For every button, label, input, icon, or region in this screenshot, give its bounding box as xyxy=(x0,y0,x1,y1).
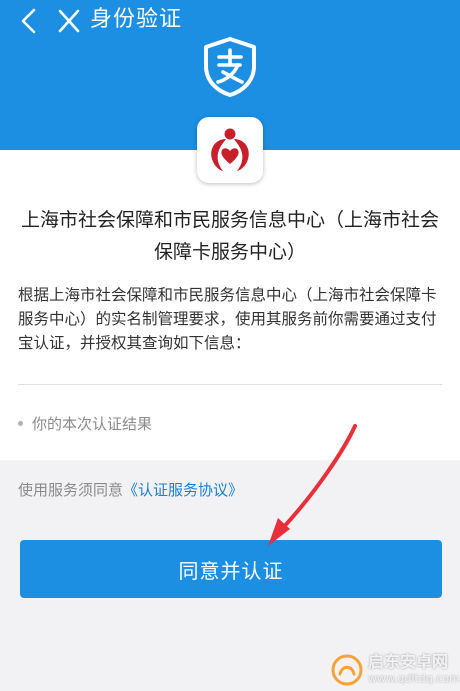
page-title: 身份验证 xyxy=(90,7,183,32)
watermark-url: www.qdltdq.com xyxy=(368,672,460,685)
watermark-brand: 启东安卓网 xyxy=(368,652,449,671)
watermark-logo xyxy=(331,654,363,686)
heart-hands-logo xyxy=(211,128,249,171)
close-icon[interactable] xyxy=(58,8,80,34)
authorization-description: 根据上海市社会保障和市民服务信息中心（上海市社会保障卡服务中心）的实名制管理要求… xyxy=(18,286,437,352)
agree-and-verify-button[interactable]: 同意并认证 xyxy=(20,540,442,598)
agreement-link[interactable]: 《认证服务协议》 xyxy=(123,481,243,499)
agreement-line: 使用服务须同意《认证服务协议》 xyxy=(18,477,243,503)
agreement-prefix: 使用服务须同意 xyxy=(18,481,124,499)
org-logo xyxy=(197,117,263,183)
permission-item: 你的本次认证结果 xyxy=(32,415,153,433)
chevron-left-icon[interactable] xyxy=(18,6,40,36)
org-name: 上海市社会保障和市民服务信息中心（上海市社会保障卡服务中心） xyxy=(20,209,439,263)
divider xyxy=(18,384,442,385)
alipay-shield-icon xyxy=(204,37,256,97)
bullet-dot xyxy=(18,421,23,426)
